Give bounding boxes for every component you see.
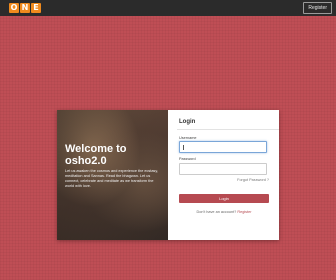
logo-letter-e: E	[31, 3, 41, 13]
register-button[interactable]: Register	[303, 2, 332, 14]
signup-text: Don't have an account?	[196, 210, 237, 214]
hero-image-panel: Welcome to osho2.0 Let us awaken the cos…	[57, 110, 168, 240]
signup-prompt: Don't have an account? Register	[177, 210, 271, 214]
login-form: Login Username Password Forgot Password …	[177, 110, 279, 240]
password-input[interactable]	[179, 163, 267, 175]
hero-title-line1: Welcome to	[65, 143, 127, 155]
username-label: Username	[179, 136, 197, 140]
forgot-password-link[interactable]: Forgot Password ?	[237, 178, 269, 182]
login-title: Login	[179, 119, 196, 125]
hero-title: Welcome to osho2.0	[65, 143, 163, 167]
one-logo[interactable]: O N E	[9, 3, 41, 13]
logo-letter-o: O	[9, 3, 19, 13]
text-caret	[183, 145, 184, 150]
hero-text: Welcome to osho2.0 Let us awaken the cos…	[65, 143, 163, 189]
login-button[interactable]: Login	[179, 194, 269, 203]
signup-register-link[interactable]: Register	[237, 210, 251, 214]
logo-letter-n: N	[20, 3, 30, 13]
login-card: Welcome to osho2.0 Let us awaken the cos…	[57, 110, 279, 240]
hero-description: Let us awaken the cosmos and experience …	[65, 169, 159, 188]
top-nav-bar: O N E Register	[0, 0, 336, 16]
hero-title-line2: osho2.0	[65, 155, 107, 167]
form-divider	[177, 129, 279, 130]
username-input[interactable]	[179, 141, 267, 153]
password-label: Password	[179, 157, 196, 161]
